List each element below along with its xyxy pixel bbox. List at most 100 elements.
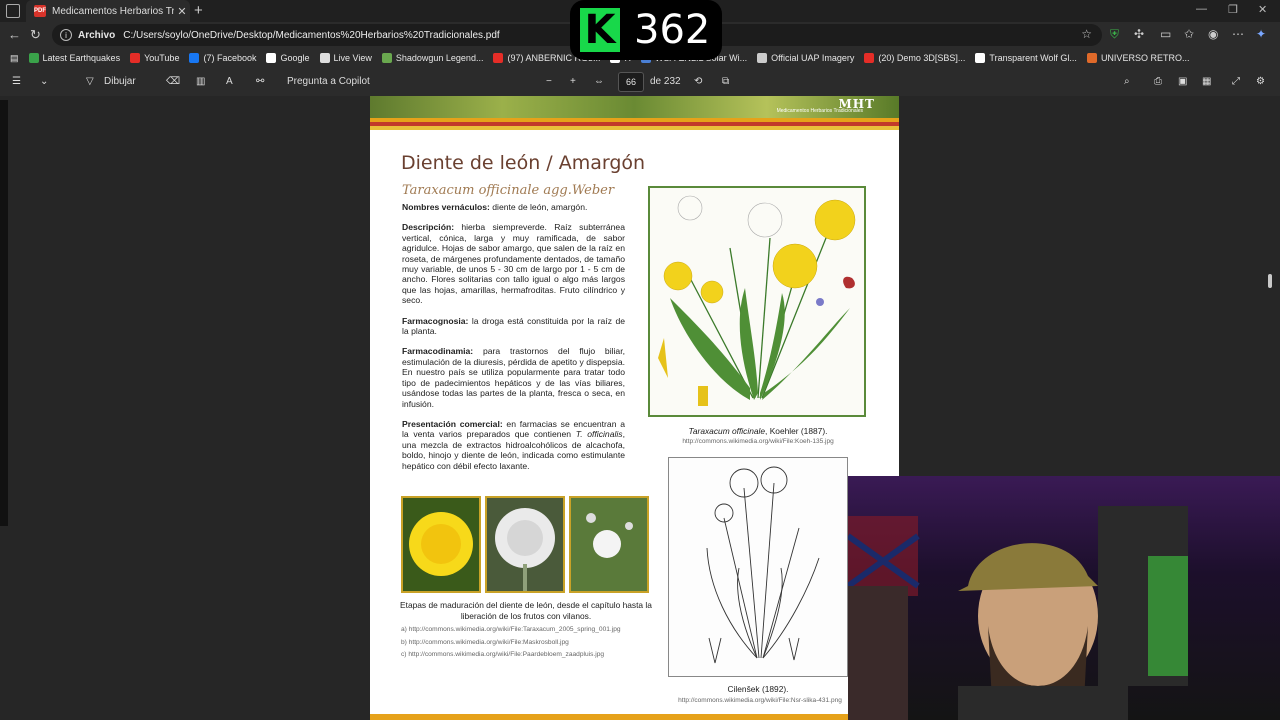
fullscreen-icon[interactable]: ⤢ bbox=[1232, 76, 1240, 87]
extensions-icon[interactable]: ✣ bbox=[1134, 27, 1144, 41]
read-aloud-icon[interactable]: A bbox=[226, 76, 233, 87]
bookmark-label: Transparent Wolf Gl... bbox=[989, 53, 1077, 63]
bookmark-label: Shadowgun Legend... bbox=[395, 53, 484, 63]
vernacular-label: Nombres vernáculos: bbox=[402, 202, 490, 212]
bookmark-item[interactable]: UNIVERSO RETRO... bbox=[1086, 53, 1190, 63]
bookmark-favicon-icon bbox=[757, 53, 768, 63]
save-icon[interactable]: ▣ bbox=[1178, 76, 1187, 87]
draw-button[interactable]: Dibujar bbox=[104, 76, 136, 87]
bookmark-label: (7) Facebook bbox=[203, 53, 257, 63]
minimize-button[interactable]: — bbox=[1196, 3, 1207, 15]
zoom-in-icon[interactable]: + bbox=[570, 76, 576, 87]
print-icon[interactable]: ⎙ bbox=[1154, 76, 1162, 87]
pdf-page: MHT Medicamentos Herbarios Tradicionales… bbox=[370, 96, 899, 720]
bookmark-favicon-icon bbox=[864, 53, 875, 63]
caption-cilensek: Cilenšek (1892). bbox=[727, 684, 789, 694]
bookmark-favicon-icon bbox=[493, 53, 504, 63]
caption-koehler-url: http://commons.wikimedia.org/wiki/File:K… bbox=[682, 438, 834, 445]
search-icon[interactable]: ⌕ bbox=[1124, 76, 1130, 87]
page-total: de 232 bbox=[650, 76, 681, 87]
bookmark-favicon-icon bbox=[266, 53, 277, 63]
text-column: Nombres vernáculos: diente de león, amar… bbox=[402, 202, 625, 481]
photo-url-a: a) http://commons.wikimedia.org/wiki/Fil… bbox=[401, 626, 621, 633]
photo-url-b: b) http://commons.wikimedia.org/wiki/Fil… bbox=[401, 639, 569, 646]
page-bottom-stripe bbox=[370, 714, 899, 720]
caption-koehler: Taraxacum officinale, Koehler (1887). bbox=[648, 426, 868, 436]
settings-icon[interactable]: ⚙ bbox=[1256, 76, 1265, 87]
badge-logo: K bbox=[580, 7, 620, 53]
new-tab-button[interactable]: + bbox=[194, 2, 203, 19]
pharmacodynamics-label: Farmacodinamia: bbox=[402, 346, 474, 357]
banner-subtitle: Medicamentos Herbarios Tradicionales bbox=[776, 108, 863, 114]
address-scheme-label: Archivo bbox=[78, 29, 116, 41]
split-screen-icon[interactable]: ▭ bbox=[1160, 27, 1171, 41]
address-url[interactable]: C:/Users/soylo/OneDrive/Desktop/Medicame… bbox=[123, 30, 499, 41]
eraser-icon[interactable]: ⌫ bbox=[166, 76, 180, 87]
pharmacodynamics-paragraph: Farmacodinamia: para trastornos del fluj… bbox=[402, 346, 625, 408]
bookmark-favicon-icon bbox=[1086, 53, 1097, 63]
photo-seedhead bbox=[485, 496, 565, 593]
profile-avatar[interactable]: ◉ bbox=[1208, 27, 1218, 41]
pharmacognosy-label: Farmacognosia: bbox=[402, 315, 469, 326]
tab-close-icon[interactable]: ✕ bbox=[174, 5, 190, 18]
bookmark-label: Latest Earthquakes bbox=[42, 53, 121, 63]
bookmark-item[interactable]: (20) Demo 3D[SBS]... bbox=[864, 53, 965, 63]
bookmark-item[interactable]: YouTube bbox=[130, 53, 179, 63]
bookmark-favicon-icon bbox=[381, 53, 392, 63]
info-icon[interactable]: i bbox=[60, 29, 72, 41]
shield-icon[interactable]: ⛨ bbox=[1110, 27, 1119, 42]
highlight-icon[interactable]: ⌄ bbox=[40, 76, 48, 87]
description-label: Descripción: bbox=[402, 222, 455, 233]
rotate-icon[interactable]: ⟲ bbox=[694, 76, 702, 87]
bookmark-label: UNIVERSO RETRO... bbox=[1100, 53, 1190, 63]
copilot-button[interactable]: Pregunta a Copilot bbox=[287, 76, 370, 87]
pdf-toolbar: ☰ ⌄ ▽ Dibujar ⌫ ▥ A ⚯ Pregunta a Copilot… bbox=[0, 68, 1280, 97]
pdf-icon: PDF bbox=[34, 5, 46, 17]
scrollbar-thumb[interactable] bbox=[1268, 274, 1272, 288]
botanical-illustration-koehler bbox=[648, 186, 866, 417]
close-window-button[interactable]: ✕ bbox=[1258, 3, 1267, 16]
page-banner: MHT Medicamentos Herbarios Tradicionales bbox=[370, 96, 899, 118]
bookmark-label: Live View bbox=[333, 53, 372, 63]
more-menu-icon[interactable]: ⋯ bbox=[1232, 27, 1244, 41]
bookmark-favicon-icon bbox=[319, 53, 330, 63]
two-page-icon[interactable]: ⧉ bbox=[722, 76, 729, 87]
bookmark-item[interactable]: Transparent Wolf Gl... bbox=[975, 53, 1077, 63]
commercial-label: Presentación comercial: bbox=[402, 418, 503, 429]
bookmark-item[interactable]: Live View bbox=[319, 53, 372, 63]
bookmark-label: Google bbox=[280, 53, 310, 63]
copilot-icon[interactable]: ✦ bbox=[1256, 27, 1266, 41]
bookmark-item[interactable]: Shadowgun Legend... bbox=[381, 53, 484, 63]
commercial-species: T. officinalis bbox=[575, 429, 623, 440]
window-menu-icon[interactable] bbox=[6, 4, 20, 18]
botanical-illustration-cilensek bbox=[668, 457, 848, 677]
bookmark-label: (20) Demo 3D[SBS]... bbox=[878, 53, 966, 63]
bookmark-label: Official UAP Imagery bbox=[771, 53, 855, 63]
bookmark-label: YouTube bbox=[144, 53, 180, 63]
page-view-icon[interactable]: ▥ bbox=[196, 76, 205, 87]
restore-button[interactable]: ❐ bbox=[1228, 3, 1238, 16]
draw-icon[interactable]: ▽ bbox=[86, 76, 94, 87]
tab-active[interactable]: PDF Medicamentos Herbarios Tradicio ✕ bbox=[26, 0, 190, 22]
translate-icon[interactable]: ⚯ bbox=[256, 76, 264, 87]
caption-koehler-author: , Koehler (1887). bbox=[765, 426, 828, 436]
bookmark-item[interactable]: Google bbox=[266, 53, 310, 63]
contents-icon[interactable]: ☰ bbox=[12, 76, 21, 87]
star-icon[interactable]: ☆ bbox=[1081, 27, 1092, 41]
webcam-overlay bbox=[848, 476, 1280, 720]
save-as-icon[interactable]: ▦ bbox=[1202, 76, 1211, 87]
bookmark-item[interactable]: Latest Earthquakes bbox=[28, 53, 121, 63]
bookmark-favicon-icon bbox=[189, 53, 200, 63]
page-number-input[interactable]: 66 bbox=[618, 72, 644, 92]
zoom-out-icon[interactable]: − bbox=[546, 76, 552, 87]
photo-flower bbox=[401, 496, 481, 593]
fit-page-icon[interactable]: ⇔ bbox=[594, 76, 604, 87]
bookmark-item[interactable]: Official UAP Imagery bbox=[757, 53, 854, 63]
bookmarks-folder-icon[interactable]: ▤ bbox=[10, 53, 19, 64]
reload-icon[interactable]: ↻ bbox=[30, 27, 41, 43]
bookmark-item[interactable]: (7) Facebook bbox=[189, 53, 256, 63]
back-arrow-icon[interactable]: ← bbox=[8, 27, 21, 42]
pharmacognosy-paragraph: Farmacognosia: la droga está constituida… bbox=[402, 316, 625, 337]
favorites-icon[interactable]: ✩ bbox=[1184, 27, 1194, 41]
photo-seed-release bbox=[569, 496, 649, 593]
